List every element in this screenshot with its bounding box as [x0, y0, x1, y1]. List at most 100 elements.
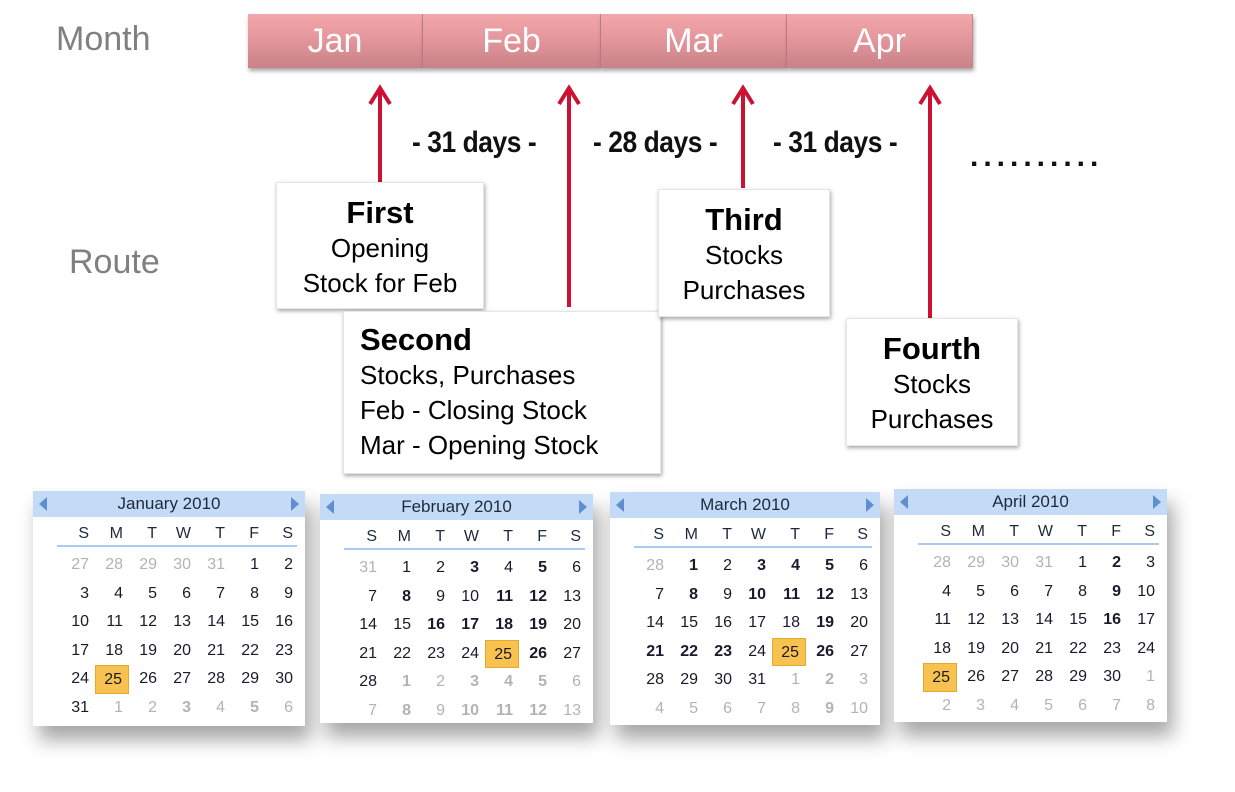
calendar-day[interactable]: 2 [265, 551, 299, 580]
calendar-day[interactable]: 26 [129, 665, 163, 694]
calendar-day[interactable]: 7 [349, 697, 383, 726]
calendar-day[interactable]: 4 [636, 695, 670, 724]
calendar-day[interactable]: 19 [129, 637, 163, 666]
calendar-day[interactable]: 7 [636, 581, 670, 610]
calendar-day[interactable]: 6 [553, 668, 587, 697]
calendar-day[interactable]: 3 [61, 580, 95, 609]
calendar-day[interactable]: 8 [383, 697, 417, 726]
calendar-day[interactable]: 20 [553, 611, 587, 640]
calendar-day[interactable]: 7 [1093, 692, 1127, 721]
calendar-day[interactable]: 13 [840, 581, 874, 610]
calendar-day[interactable]: 16 [417, 611, 451, 640]
calendar-day[interactable]: 9 [704, 581, 738, 610]
calendar-day[interactable]: 11 [772, 581, 806, 610]
calendar-day[interactable]: 24 [451, 640, 485, 669]
calendar-day[interactable]: 4 [485, 668, 519, 697]
calendar-day[interactable]: 11 [485, 697, 519, 726]
calendar-day[interactable]: 5 [231, 694, 265, 723]
calendar-day[interactable]: 13 [553, 697, 587, 726]
calendar-day[interactable]: 5 [129, 580, 163, 609]
calendar-day[interactable]: 1 [231, 551, 265, 580]
calendar-day[interactable]: 31 [738, 666, 772, 695]
calendar-day[interactable]: 20 [163, 637, 197, 666]
calendar-day[interactable]: 8 [1059, 578, 1093, 607]
calendar-day[interactable]: 28 [636, 666, 670, 695]
next-month-icon[interactable] [866, 498, 874, 512]
calendar-day[interactable]: 11 [95, 608, 129, 637]
calendar-day[interactable]: 28 [197, 665, 231, 694]
calendar-day[interactable]: 14 [349, 611, 383, 640]
calendar-day[interactable]: 10 [61, 608, 95, 637]
calendar-day-selected[interactable]: 25 [923, 663, 957, 692]
calendar-day[interactable]: 28 [95, 551, 129, 580]
calendar-day[interactable]: 7 [1025, 578, 1059, 607]
calendar-day[interactable]: 29 [670, 666, 704, 695]
calendar-day[interactable]: 5 [806, 552, 840, 581]
calendar-day[interactable]: 2 [1093, 549, 1127, 578]
calendar-day[interactable]: 3 [163, 694, 197, 723]
calendar-day[interactable]: 8 [772, 695, 806, 724]
calendar-day[interactable]: 12 [957, 606, 991, 635]
calendar-day[interactable]: 7 [197, 580, 231, 609]
calendar-day[interactable]: 23 [1093, 635, 1127, 664]
calendar-day[interactable]: 16 [704, 609, 738, 638]
calendar-day[interactable]: 29 [231, 665, 265, 694]
calendar-day[interactable]: 16 [1093, 606, 1127, 635]
calendar-day[interactable]: 5 [1025, 692, 1059, 721]
calendar-day[interactable]: 3 [1127, 549, 1161, 578]
calendar-day[interactable]: 31 [349, 554, 383, 583]
calendar-day[interactable]: 1 [670, 552, 704, 581]
calendar-day[interactable]: 3 [957, 692, 991, 721]
calendar-day[interactable]: 2 [129, 694, 163, 723]
next-month-icon[interactable] [1153, 495, 1161, 509]
calendar-day[interactable]: 23 [265, 637, 299, 666]
calendar-day[interactable]: 22 [1059, 635, 1093, 664]
calendar-day[interactable]: 18 [485, 611, 519, 640]
calendar-day[interactable]: 27 [163, 665, 197, 694]
previous-month-icon[interactable] [326, 500, 334, 514]
calendar-day-selected[interactable]: 25 [95, 665, 129, 694]
calendar-day[interactable]: 26 [519, 640, 553, 669]
calendar-day[interactable]: 12 [519, 697, 553, 726]
calendar-day[interactable]: 5 [519, 668, 553, 697]
calendar-day[interactable]: 10 [738, 581, 772, 610]
calendar-day[interactable]: 13 [991, 606, 1025, 635]
calendar-day[interactable]: 23 [417, 640, 451, 669]
calendar-day[interactable]: 3 [451, 668, 485, 697]
calendar-day[interactable]: 18 [923, 635, 957, 664]
calendar-day[interactable]: 1 [95, 694, 129, 723]
calendar-day[interactable]: 8 [231, 580, 265, 609]
calendar-day[interactable]: 13 [163, 608, 197, 637]
calendar-day[interactable]: 6 [991, 578, 1025, 607]
calendar-day[interactable]: 29 [957, 549, 991, 578]
calendar-day[interactable]: 24 [61, 665, 95, 694]
next-month-icon[interactable] [291, 497, 299, 511]
calendar-day[interactable]: 24 [738, 638, 772, 667]
calendar-day[interactable]: 17 [738, 609, 772, 638]
calendar-day[interactable]: 15 [1059, 606, 1093, 635]
calendar-day[interactable]: 20 [991, 635, 1025, 664]
calendar-day[interactable]: 28 [1025, 663, 1059, 692]
calendar-day[interactable]: 26 [957, 663, 991, 692]
calendar-day[interactable]: 6 [840, 552, 874, 581]
calendar-day[interactable]: 17 [61, 637, 95, 666]
calendar-day[interactable]: 5 [670, 695, 704, 724]
calendar-day[interactable]: 23 [704, 638, 738, 667]
calendar-day[interactable]: 2 [704, 552, 738, 581]
calendar-day[interactable]: 10 [840, 695, 874, 724]
calendar-day[interactable]: 28 [636, 552, 670, 581]
calendar-day[interactable]: 6 [1059, 692, 1093, 721]
calendar-day[interactable]: 31 [1025, 549, 1059, 578]
calendar-day[interactable]: 15 [383, 611, 417, 640]
calendar-day[interactable]: 5 [519, 554, 553, 583]
calendar-day[interactable]: 27 [840, 638, 874, 667]
calendar-day[interactable]: 1 [1059, 549, 1093, 578]
calendar-day[interactable]: 7 [738, 695, 772, 724]
calendar-day[interactable]: 4 [991, 692, 1025, 721]
calendar-day[interactable]: 9 [265, 580, 299, 609]
calendar-day[interactable]: 1 [383, 668, 417, 697]
calendar-day[interactable]: 2 [923, 692, 957, 721]
calendar-day[interactable]: 11 [485, 583, 519, 612]
calendar-day[interactable]: 16 [265, 608, 299, 637]
calendar-day[interactable]: 21 [636, 638, 670, 667]
